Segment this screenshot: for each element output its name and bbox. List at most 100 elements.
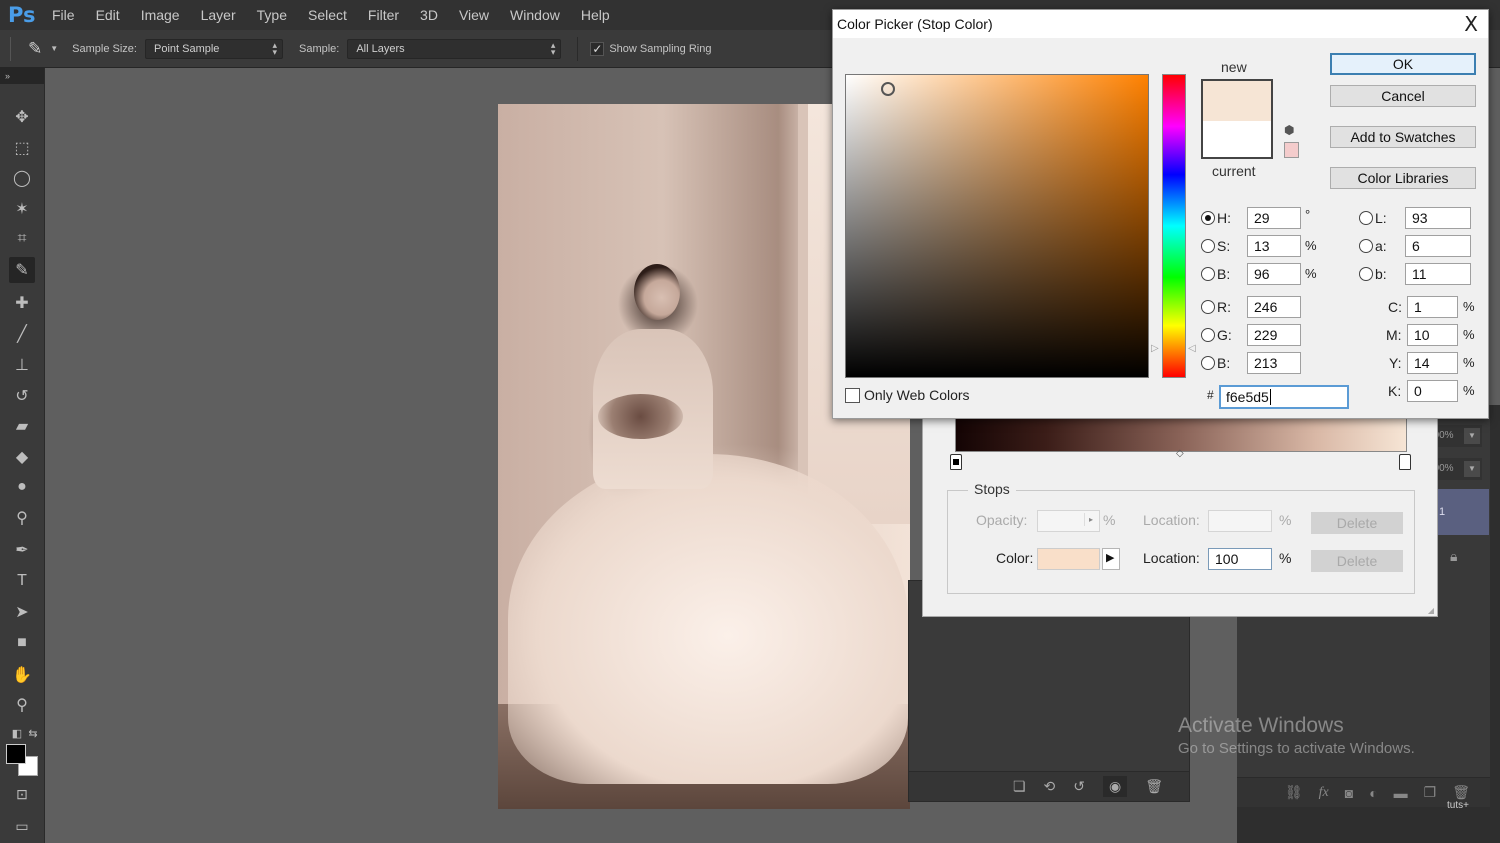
hue-input[interactable]: 29 bbox=[1247, 207, 1301, 229]
green-input[interactable]: 229 bbox=[1247, 324, 1301, 346]
web-safe-color-swatch[interactable] bbox=[1284, 142, 1299, 158]
toolbar-collapse-button[interactable]: » bbox=[0, 68, 44, 84]
eraser-tool[interactable]: ▰ bbox=[9, 413, 35, 439]
hue-slider-handle-right-icon[interactable]: ◁ bbox=[1188, 343, 1196, 354]
lock-icon[interactable]: 🔒︎ bbox=[1450, 548, 1457, 565]
current-color-swatch[interactable] bbox=[1203, 121, 1271, 157]
undo-icon[interactable]: ↺ bbox=[1073, 778, 1085, 795]
new-snapshot-icon[interactable]: ⟲ bbox=[1044, 778, 1056, 795]
add-to-swatches-button[interactable]: Add to Swatches bbox=[1330, 126, 1476, 148]
brush-tool[interactable]: ╱ bbox=[9, 321, 35, 347]
yellow-input[interactable]: 14 bbox=[1407, 352, 1458, 374]
path-selection-tool[interactable]: ➤ bbox=[9, 599, 35, 625]
history-brush-tool[interactable]: ↺ bbox=[9, 383, 35, 409]
sample-select[interactable]: All Layers ▴ ▾ bbox=[347, 38, 562, 59]
add-mask-icon[interactable]: ◙ bbox=[1345, 785, 1353, 801]
blue-input[interactable]: 213 bbox=[1247, 352, 1301, 374]
healing-brush-tool[interactable]: ✚ bbox=[9, 290, 35, 316]
screen-mode-icon[interactable]: ▭ bbox=[9, 813, 35, 839]
saturation-radio[interactable] bbox=[1201, 239, 1215, 253]
lab-a-radio[interactable] bbox=[1359, 239, 1373, 253]
hex-input[interactable]: f6e5d5 bbox=[1219, 385, 1349, 409]
lab-b-input[interactable]: 11 bbox=[1405, 263, 1471, 285]
stop-color-swatch[interactable] bbox=[1037, 548, 1100, 570]
menu-filter[interactable]: Filter bbox=[368, 7, 399, 23]
menu-edit[interactable]: Edit bbox=[96, 7, 120, 23]
foreground-color-swatch[interactable] bbox=[6, 744, 26, 764]
paint-bucket-tool[interactable]: ◆ bbox=[9, 444, 35, 470]
dodge-tool[interactable]: ⚲ bbox=[9, 505, 35, 531]
marquee-tool[interactable]: ⬚ bbox=[9, 135, 35, 161]
new-document-from-state-icon[interactable]: ❏ bbox=[1013, 778, 1026, 795]
menu-select[interactable]: Select bbox=[308, 7, 347, 23]
new-group-icon[interactable]: ▬ bbox=[1394, 785, 1408, 801]
show-sampling-ring-checkbox[interactable]: ✓ bbox=[590, 41, 605, 56]
color-stop-left[interactable] bbox=[950, 454, 962, 470]
red-radio[interactable] bbox=[1201, 300, 1215, 314]
clone-stamp-tool[interactable]: ⊥ bbox=[9, 352, 35, 378]
menu-layer[interactable]: Layer bbox=[201, 7, 236, 23]
options-grip[interactable] bbox=[10, 36, 16, 61]
fx-icon[interactable]: fx bbox=[1319, 785, 1329, 801]
sample-size-select[interactable]: Point Sample ▴ ▾ bbox=[144, 38, 283, 59]
menu-type[interactable]: Type bbox=[257, 7, 287, 23]
color-field-marker[interactable] bbox=[881, 82, 895, 96]
midpoint-diamond-icon[interactable]: ◇ bbox=[1176, 448, 1184, 459]
brightness-radio[interactable] bbox=[1201, 267, 1215, 281]
opacity-slider-arrow-icon[interactable]: ▸ bbox=[1083, 513, 1097, 526]
type-tool[interactable]: T bbox=[9, 568, 35, 594]
dialog-titlebar[interactable]: Color Picker (Stop Color) X bbox=[833, 10, 1488, 38]
hue-slider-handle-left-icon[interactable]: ▷ bbox=[1151, 343, 1159, 354]
delete-state-icon[interactable]: 🗑︎ bbox=[1145, 778, 1163, 795]
cyan-input[interactable]: 1 bbox=[1407, 296, 1458, 318]
blue-radio[interactable] bbox=[1201, 356, 1215, 370]
saturation-brightness-field[interactable] bbox=[845, 74, 1149, 378]
menu-help[interactable]: Help bbox=[581, 7, 610, 23]
color-stop-right-selected[interactable] bbox=[1399, 454, 1411, 470]
web-safe-cube-icon[interactable]: ⬢ bbox=[1284, 123, 1294, 137]
hand-tool[interactable]: ✋ bbox=[9, 662, 35, 688]
ok-button[interactable]: OK bbox=[1330, 53, 1476, 75]
black-input[interactable]: 0 bbox=[1407, 380, 1458, 402]
green-radio[interactable] bbox=[1201, 328, 1215, 342]
tool-preset-dropdown-icon[interactable]: ▼ bbox=[50, 44, 58, 53]
quick-mask-icon[interactable]: ⊡ bbox=[9, 781, 35, 807]
layer-row-selected[interactable]: 1 bbox=[1437, 489, 1489, 535]
red-input[interactable]: 246 bbox=[1247, 296, 1301, 318]
saturation-input[interactable]: 13 bbox=[1247, 235, 1301, 257]
delete-layer-icon[interactable]: 🗑︎ bbox=[1452, 784, 1470, 801]
only-web-colors-checkbox[interactable] bbox=[845, 388, 860, 403]
delete-opacity-stop-button[interactable]: Delete bbox=[1311, 512, 1403, 534]
menu-image[interactable]: Image bbox=[141, 7, 180, 23]
blur-tool[interactable]: ● bbox=[9, 474, 35, 500]
close-icon[interactable]: X bbox=[1464, 12, 1478, 36]
menu-window[interactable]: Window bbox=[510, 7, 560, 23]
hue-slider[interactable] bbox=[1162, 74, 1186, 378]
location-input-bottom[interactable]: 100 bbox=[1208, 548, 1272, 570]
menu-file[interactable]: File bbox=[52, 7, 75, 23]
lasso-tool[interactable]: ◯ bbox=[9, 165, 35, 191]
color-libraries-button[interactable]: Color Libraries bbox=[1330, 167, 1476, 189]
lab-a-input[interactable]: 6 bbox=[1405, 235, 1471, 257]
eyedropper-icon[interactable]: ✎ bbox=[28, 39, 42, 59]
pen-tool[interactable]: ✒ bbox=[9, 537, 35, 563]
location-input-top[interactable] bbox=[1208, 510, 1272, 532]
link-layers-icon[interactable]: ⛓ bbox=[1285, 784, 1303, 801]
adjustment-layer-icon[interactable]: ◐ bbox=[1369, 785, 1377, 801]
move-tool[interactable]: ✥ bbox=[9, 104, 35, 130]
color-menu-arrow-icon[interactable]: ▶ bbox=[1102, 548, 1120, 570]
hue-radio[interactable] bbox=[1201, 211, 1215, 225]
visibility-icon[interactable]: ◉ bbox=[1103, 776, 1128, 797]
zoom-tool[interactable]: ⚲ bbox=[9, 692, 35, 718]
lab-l-radio[interactable] bbox=[1359, 211, 1373, 225]
brightness-input[interactable]: 96 bbox=[1247, 263, 1301, 285]
delete-color-stop-button[interactable]: Delete bbox=[1311, 550, 1403, 572]
menu-view[interactable]: View bbox=[459, 7, 489, 23]
magic-wand-tool[interactable]: ✶ bbox=[9, 196, 35, 222]
lab-b-radio[interactable] bbox=[1359, 267, 1373, 281]
magenta-input[interactable]: 10 bbox=[1407, 324, 1458, 346]
lab-l-input[interactable]: 93 bbox=[1405, 207, 1471, 229]
eyedropper-tool[interactable]: ✎ bbox=[9, 257, 35, 283]
menu-3d[interactable]: 3D bbox=[420, 7, 438, 23]
new-layer-icon[interactable]: ❐ bbox=[1424, 784, 1437, 801]
